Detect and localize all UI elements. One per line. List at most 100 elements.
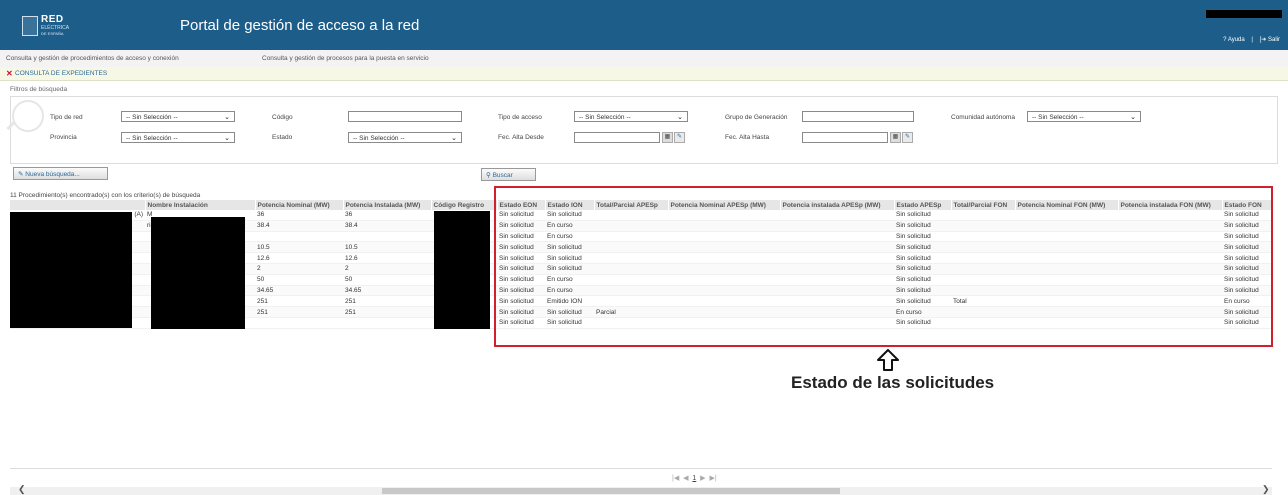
chevron-down-icon: ⌄ [224,135,230,142]
tipo-acceso-select[interactable]: -- Sin Selección -- ⌄ [574,111,688,122]
table-cell: 251 [255,295,343,308]
table-cell: 12.6 [255,252,343,264]
provincia-label: Provincia [50,134,77,141]
nav-item-puesta-servicio[interactable]: Consulta y gestión de procesos para la p… [262,55,429,62]
column-header[interactable]: Código Registro [431,200,498,210]
highlight-box [494,186,1273,347]
tipo-red-value: -- Sin Selección -- [126,114,178,121]
column-header[interactable]: Potencia Instalada (MW) [343,200,432,210]
table-cell: 251 [343,295,431,308]
table-cell: 38.4 [343,220,431,232]
table-cell: 50 [255,274,343,286]
header-links: ? Ayuda | [➔ Salir [1223,36,1280,43]
chevron-down-icon: ⌄ [1130,114,1136,121]
logo-mark-icon [22,16,38,36]
tipo-acceso-label: Tipo de acceso [498,114,542,121]
tipo-red-label: Tipo de red [50,114,83,121]
company-logo: RED ELÉCTRICA DE ESPAÑA [22,14,78,38]
exit-link[interactable]: [➔ Salir [1260,37,1280,43]
calendar-icon[interactable]: ▦ [890,132,901,143]
search-button[interactable]: ⚲ Buscar [481,168,536,181]
fec-hasta-label: Fec. Alta Hasta [725,134,770,141]
column-header[interactable]: Potencia Nominal (MW) [255,200,344,210]
table-cell: 2 [255,263,343,275]
codigo-label: Código [272,114,293,121]
logo-text-line1: RED [41,14,64,25]
comunidad-label: Comunidad autónoma [951,114,1015,121]
section-header: ✕ CONSULTA DE EXPEDIENTES [0,67,1288,81]
main-nav: Consulta y gestión de procedimientos de … [0,50,1288,68]
section-title: CONSULTA DE EXPEDIENTES [15,70,108,77]
logo-text-line3: DE ESPAÑA [41,31,64,36]
next-page-icon[interactable]: ▶ [700,475,705,482]
new-search-label: Nueva búsqueda... [25,171,80,178]
current-page[interactable]: 1 [692,475,696,482]
calendar-icon[interactable]: ▦ [662,132,673,143]
first-page-icon[interactable]: |◀ [672,475,679,482]
results-summary: 11 Procedimiento(s) encontrado(s) con lo… [10,192,201,199]
column-header[interactable] [10,200,146,210]
fec-desde-label: Fec. Alta Desde [498,134,544,141]
grid-bottom-border [10,468,1272,469]
fec-desde-input[interactable] [574,132,660,143]
tipo-red-select[interactable]: -- Sin Selección -- ⌄ [121,111,235,122]
header-separator: | [1251,37,1253,43]
table-cell: 34.65 [255,285,343,297]
app-title: Portal de gestión de acceso a la red [180,17,420,34]
table-cell: 36 [255,210,343,221]
table-cell: 2 [343,263,431,275]
table-cell: 10.5 [255,241,343,254]
table-cell: 34.65 [343,285,431,297]
top-header: RED ELÉCTRICA DE ESPAÑA Portal de gestió… [0,0,1288,50]
redacted-block [151,217,245,329]
scrollbar-thumb[interactable] [382,488,840,494]
table-cell: 10.5 [343,241,431,254]
fec-hasta-input[interactable] [802,132,888,143]
new-search-button[interactable]: ✎ Nueva búsqueda... [13,167,108,180]
section-collapse-icon[interactable]: ✕ [6,69,13,78]
pagination: |◀ ◀ 1 ▶ ▶| [672,474,717,482]
up-arrow-icon [877,349,899,371]
nav-item-acceso-conexion[interactable]: Consulta y gestión de procedimientos de … [6,55,179,62]
annotation-callout: Estado de las solicitudes [791,373,995,392]
provincia-value: -- Sin Selección -- [126,135,178,142]
table-cell [255,317,343,329]
estado-value: -- Sin Selección -- [353,135,405,142]
magnifier-watermark-icon [12,100,44,132]
search-icon: ⚲ [486,172,493,179]
clear-date-icon[interactable]: ✎ [674,132,685,143]
help-link[interactable]: ? Ayuda [1223,37,1245,43]
column-header[interactable]: Nombre Instalación [145,200,256,210]
table-cell: 38.4 [255,220,343,232]
comunidad-select[interactable]: -- Sin Selección -- ⌄ [1027,111,1141,122]
table-cell [343,317,431,329]
comunidad-value: -- Sin Selección -- [1032,114,1084,121]
table-cell: 251 [343,306,431,318]
chevron-down-icon: ⌄ [224,114,230,121]
codigo-input[interactable] [348,111,462,122]
filters-heading: Filtros de búsqueda [10,86,68,93]
scroll-left-icon[interactable]: ❮ [18,484,26,495]
estado-label: Estado [272,134,293,141]
table-cell: 12.6 [343,252,431,264]
tipo-acceso-value: -- Sin Selección -- [579,114,631,121]
redacted-block [434,211,490,329]
scroll-right-icon[interactable]: ❯ [1262,484,1270,495]
grupo-generacion-label: Grupo de Generación [725,114,788,121]
chevron-down-icon: ⌄ [677,114,683,121]
grupo-generacion-input[interactable] [802,111,914,122]
chevron-down-icon: ⌄ [451,135,457,142]
estado-select[interactable]: -- Sin Selección -- ⌄ [348,132,462,143]
prev-page-icon[interactable]: ◀ [683,475,688,482]
redacted-block [10,212,132,328]
horizontal-scrollbar[interactable] [10,487,1272,495]
table-cell [343,231,431,243]
clear-date-icon[interactable]: ✎ [902,132,913,143]
last-page-icon[interactable]: ▶| [709,475,716,482]
search-label: Buscar [492,172,513,179]
provincia-select[interactable]: -- Sin Selección -- ⌄ [121,132,235,143]
filters-panel [10,96,1278,164]
table-cell: 251 [255,306,343,318]
table-cell: 50 [343,274,431,286]
table-cell [255,231,343,243]
